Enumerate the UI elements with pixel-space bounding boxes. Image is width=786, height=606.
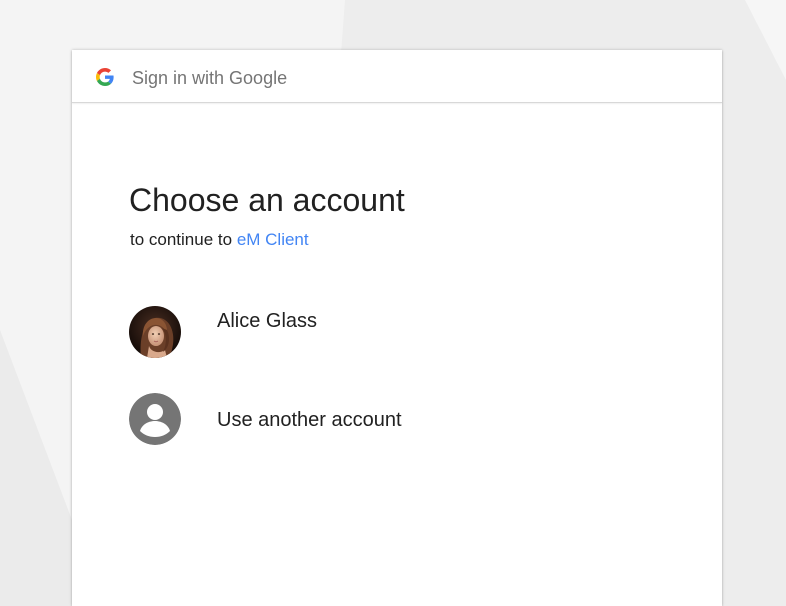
subtitle: to continue to eM Client	[130, 229, 309, 251]
page-title: Choose an account	[129, 182, 405, 218]
header-title: Sign in with Google	[132, 68, 288, 88]
google-g-icon	[96, 68, 114, 86]
avatar	[129, 393, 181, 445]
user-photo	[129, 306, 181, 358]
account-circle-icon	[129, 393, 181, 445]
account-name: Alice Glass	[217, 310, 318, 332]
card-header: Sign in with Google	[72, 50, 722, 103]
subtitle-prefix: to continue to	[130, 230, 237, 249]
use-another-account-item[interactable]: Use another account	[112, 370, 682, 446]
sign-in-card: Sign in with Google Choose an account to…	[72, 50, 722, 606]
account-name: Use another account	[217, 409, 402, 431]
account-item-alice-glass[interactable]: Alice Glass	[112, 269, 682, 358]
avatar	[129, 306, 181, 358]
app-name-link[interactable]: eM Client	[237, 230, 309, 249]
